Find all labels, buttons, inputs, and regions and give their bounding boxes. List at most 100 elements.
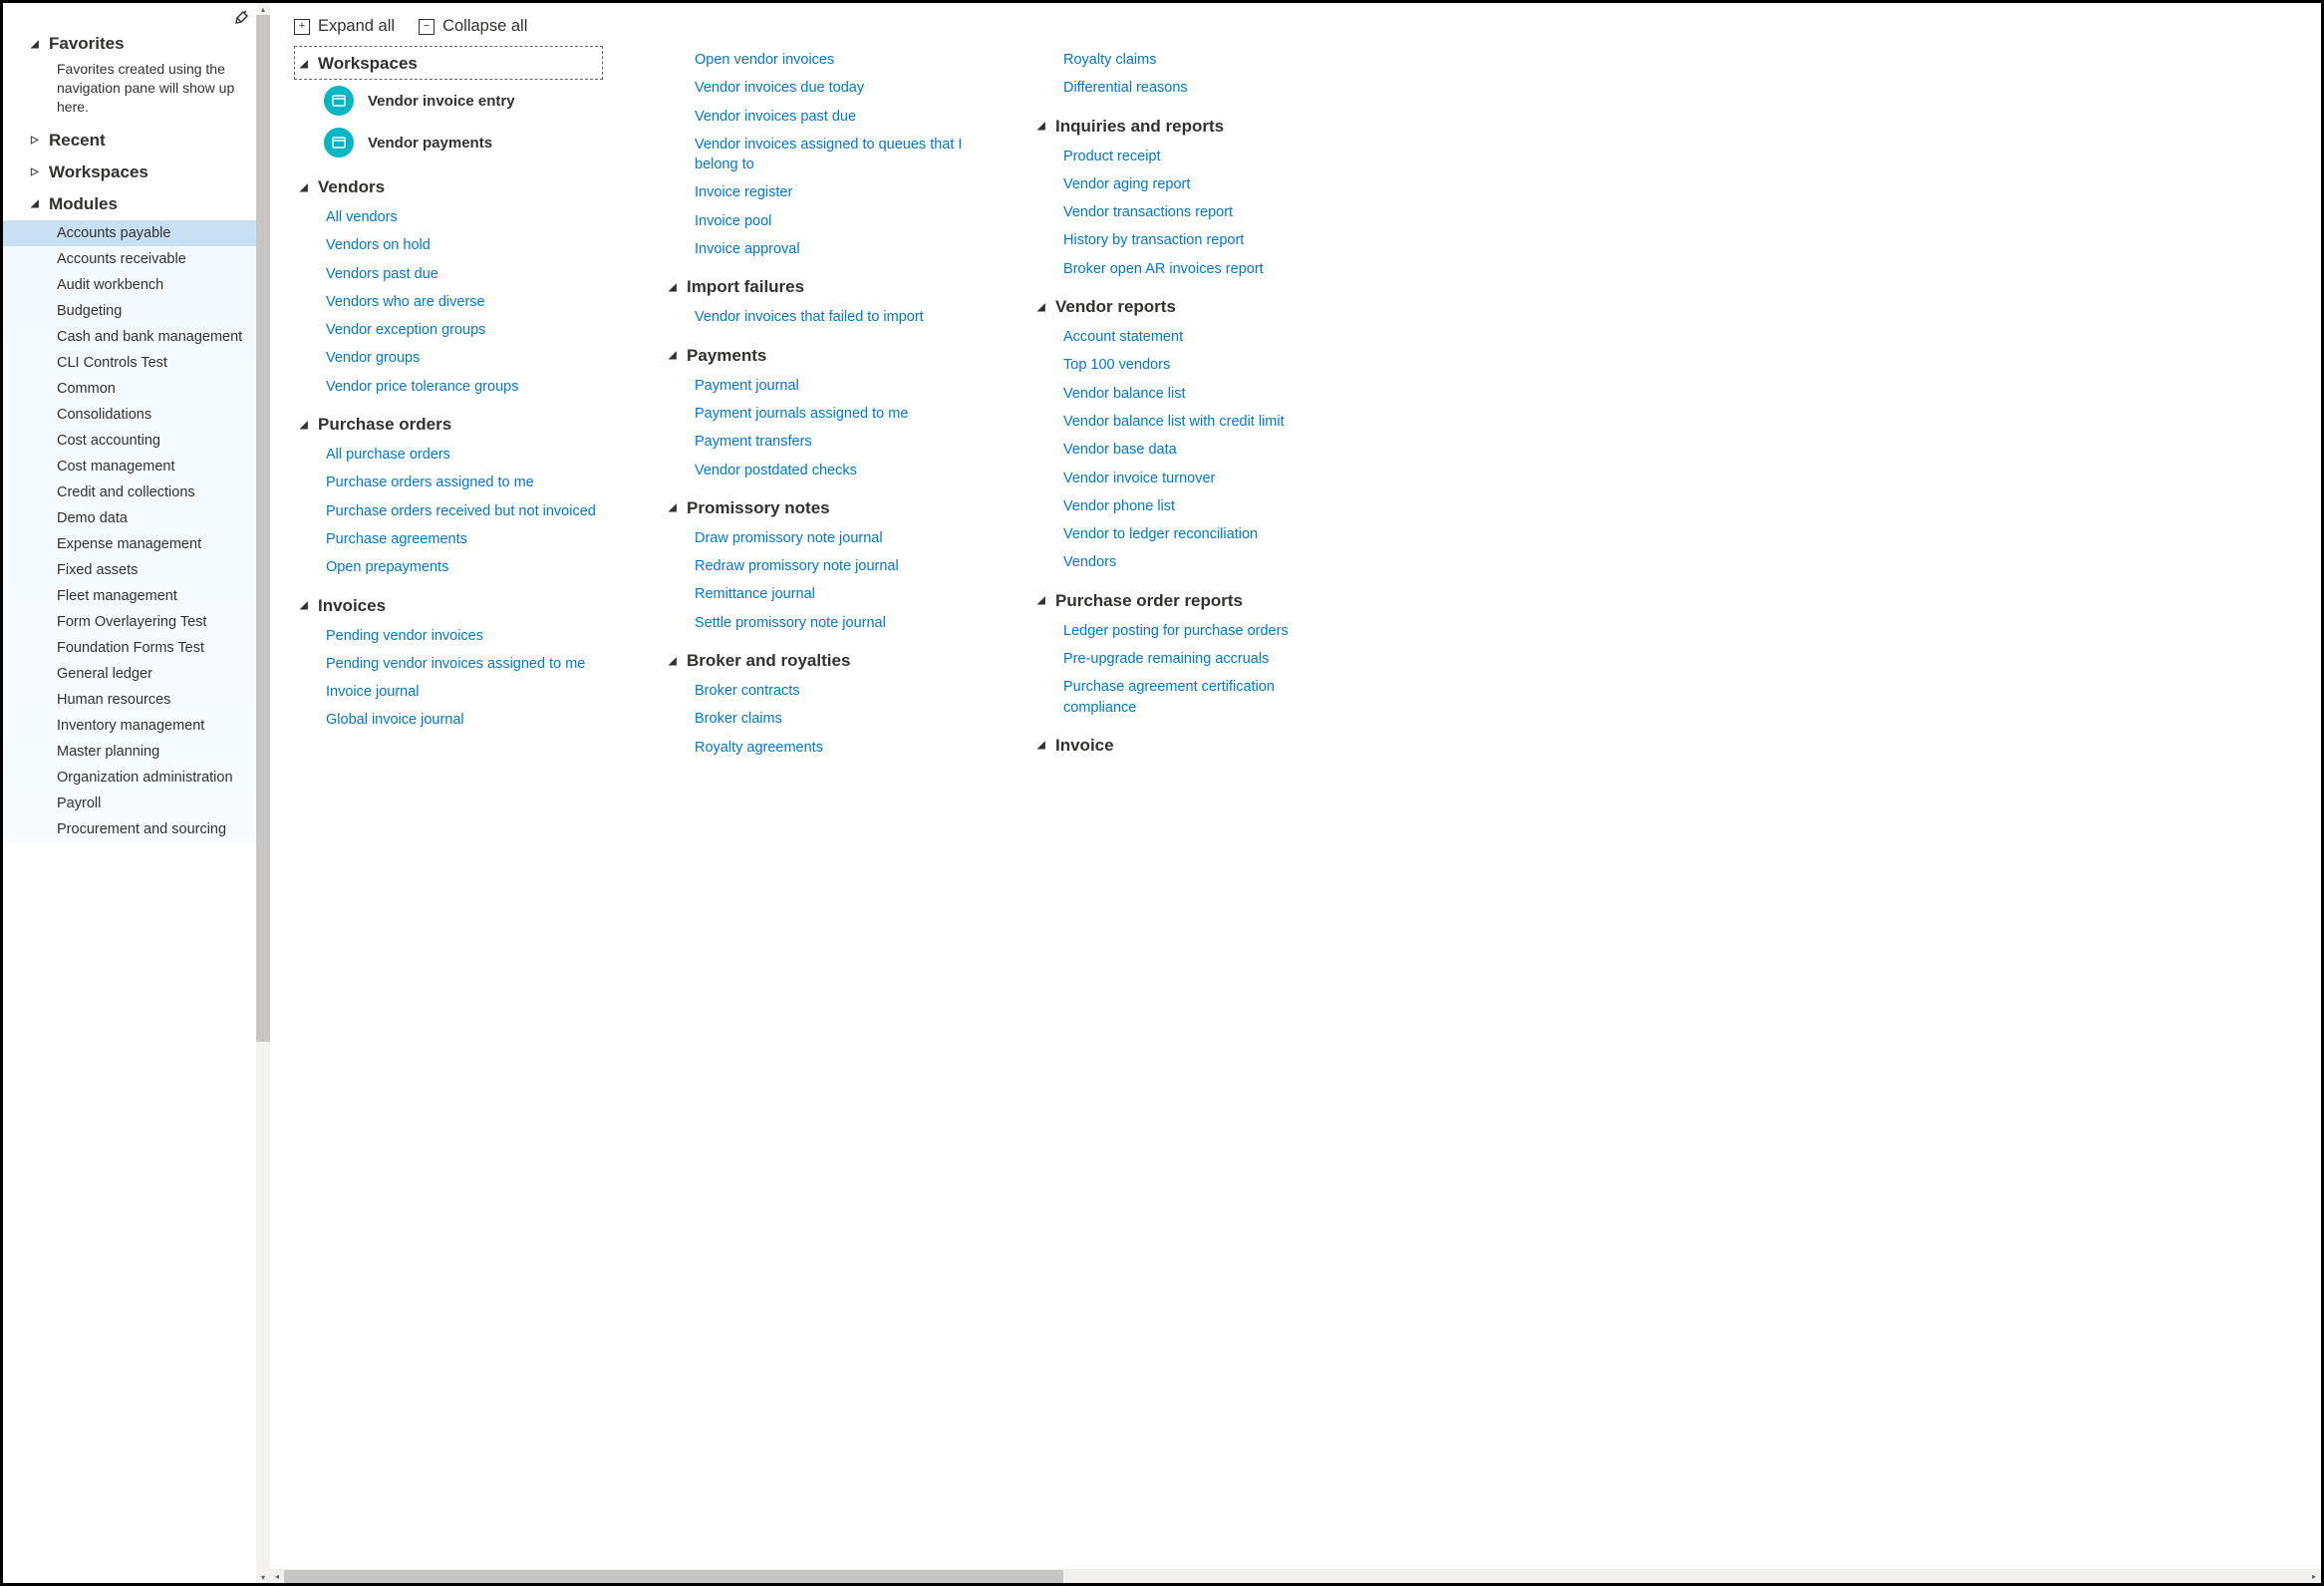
menu-link[interactable]: Broker contracts [695, 677, 972, 705]
nav-module-item[interactable]: Foundation Forms Test [3, 635, 270, 661]
menu-link[interactable]: Payment transfers [695, 428, 972, 456]
menu-link[interactable]: Purchase agreements [326, 525, 603, 553]
sidebar-scrollbar[interactable]: ▴ ▾ [256, 3, 270, 1583]
menu-link[interactable]: Broker open AR invoices report [1063, 255, 1340, 283]
group-header[interactable]: Purchase orders [294, 407, 603, 441]
menu-link[interactable]: Broker claims [695, 705, 972, 733]
nav-module-item[interactable]: Form Overlayering Test [3, 609, 270, 635]
pin-icon[interactable] [234, 9, 250, 28]
menu-link[interactable]: Vendors on hold [326, 231, 603, 259]
nav-module-item[interactable]: Human resources [3, 687, 270, 713]
nav-module-item[interactable]: Fixed assets [3, 557, 270, 583]
nav-recent-header[interactable]: Recent [3, 125, 270, 157]
group-header[interactable]: Vendors [294, 169, 603, 203]
menu-link[interactable]: Product receipt [1063, 143, 1340, 170]
workspace-tile[interactable]: Vendor invoice entry [294, 80, 603, 122]
menu-link[interactable]: Draw promissory note journal [695, 524, 972, 552]
nav-module-item[interactable]: Organization administration [3, 765, 270, 791]
menu-link[interactable]: Pre-upgrade remaining accruals [1063, 645, 1340, 673]
menu-link[interactable]: Vendor invoices due today [695, 74, 972, 102]
scrollbar-thumb[interactable] [256, 15, 270, 1042]
menu-link[interactable]: Global invoice journal [326, 706, 603, 734]
menu-link[interactable]: Account statement [1063, 323, 1340, 351]
horizontal-scrollbar[interactable]: ◂ ▸ [270, 1569, 2321, 1583]
menu-link[interactable]: Vendor phone list [1063, 492, 1340, 520]
nav-module-item[interactable]: Budgeting [3, 298, 270, 324]
nav-module-item[interactable]: Common [3, 376, 270, 402]
nav-module-item[interactable]: Consolidations [3, 402, 270, 428]
menu-link[interactable]: Purchase orders received but not invoice… [326, 497, 603, 525]
menu-link[interactable]: Vendor invoice turnover [1063, 465, 1340, 492]
menu-link[interactable]: Invoice journal [326, 678, 603, 706]
menu-link[interactable]: Open vendor invoices [695, 46, 972, 74]
menu-link[interactable]: Top 100 vendors [1063, 351, 1340, 379]
menu-link[interactable]: Invoice approval [695, 235, 972, 263]
menu-link[interactable]: Royalty agreements [695, 734, 972, 762]
menu-link[interactable]: Pending vendor invoices assigned to me [326, 650, 603, 678]
menu-link[interactable]: Vendor price tolerance groups [326, 373, 603, 401]
nav-workspaces-header[interactable]: Workspaces [3, 157, 270, 188]
menu-link[interactable]: Vendor postdated checks [695, 457, 972, 484]
menu-link[interactable]: Purchase orders assigned to me [326, 469, 603, 496]
nav-modules-header[interactable]: Modules [3, 188, 270, 220]
scroll-left-arrow[interactable]: ◂ [270, 1570, 284, 1583]
menu-link[interactable]: Vendor groups [326, 344, 603, 372]
menu-link[interactable]: History by transaction report [1063, 226, 1340, 254]
menu-link[interactable]: Purchase agreement certification complia… [1063, 673, 1340, 722]
menu-link[interactable]: Vendor balance list with credit limit [1063, 408, 1340, 436]
menu-link[interactable]: Vendor balance list [1063, 380, 1340, 408]
group-header[interactable]: Invoice [1031, 728, 1340, 762]
menu-link[interactable]: Vendors who are diverse [326, 288, 603, 316]
menu-link[interactable]: Open prepayments [326, 553, 603, 581]
menu-link[interactable]: Vendor transactions report [1063, 198, 1340, 226]
scroll-right-arrow[interactable]: ▸ [2307, 1570, 2321, 1583]
nav-module-item[interactable]: Audit workbench [3, 272, 270, 298]
menu-link[interactable]: Vendor base data [1063, 436, 1340, 464]
expand-all-button[interactable]: + Expand all [294, 17, 395, 36]
menu-link[interactable]: Invoice pool [695, 207, 972, 235]
menu-link[interactable]: Redraw promissory note journal [695, 552, 972, 580]
menu-link[interactable]: Vendor exception groups [326, 316, 603, 344]
nav-module-item[interactable]: Payroll [3, 791, 270, 816]
menu-link[interactable]: Ledger posting for purchase orders [1063, 617, 1340, 645]
nav-module-item[interactable]: Master planning [3, 739, 270, 765]
nav-module-item[interactable]: Procurement and sourcing [3, 816, 270, 842]
menu-link[interactable]: All vendors [326, 203, 603, 231]
menu-link[interactable]: Differential reasons [1063, 74, 1340, 102]
menu-link[interactable]: Pending vendor invoices [326, 622, 603, 650]
group-header[interactable]: Payments [663, 338, 972, 372]
menu-link[interactable]: All purchase orders [326, 441, 603, 469]
scroll-up-arrow[interactable]: ▴ [256, 3, 270, 15]
nav-module-item[interactable]: General ledger [3, 661, 270, 687]
menu-link[interactable]: Vendors past due [326, 260, 603, 288]
menu-link[interactable]: Vendor aging report [1063, 170, 1340, 198]
menu-link[interactable]: Vendors [1063, 548, 1340, 576]
workspace-tile[interactable]: Vendor payments [294, 122, 603, 163]
nav-module-item[interactable]: CLI Controls Test [3, 350, 270, 376]
group-header[interactable]: Vendor reports [1031, 289, 1340, 323]
menu-link[interactable]: Payment journal [695, 372, 972, 400]
nav-module-item[interactable]: Credit and collections [3, 479, 270, 505]
group-header[interactable]: Purchase order reports [1031, 583, 1340, 617]
menu-link[interactable]: Vendor invoices assigned to queues that … [695, 131, 972, 179]
nav-module-item[interactable]: Expense management [3, 531, 270, 557]
nav-module-item[interactable]: Accounts receivable [3, 246, 270, 272]
nav-module-item[interactable]: Demo data [3, 505, 270, 531]
group-header[interactable]: Workspaces [294, 46, 603, 80]
menu-link[interactable]: Remittance journal [695, 580, 972, 608]
collapse-all-button[interactable]: − Collapse all [419, 17, 527, 36]
group-header[interactable]: Broker and royalties [663, 643, 972, 677]
group-header[interactable]: Import failures [663, 269, 972, 303]
menu-link[interactable]: Royalty claims [1063, 46, 1340, 74]
nav-module-item[interactable]: Inventory management [3, 713, 270, 739]
menu-link[interactable]: Settle promissory note journal [695, 609, 972, 637]
menu-link[interactable]: Vendor to ledger reconciliation [1063, 520, 1340, 548]
nav-module-item[interactable]: Cash and bank management [3, 324, 270, 350]
nav-module-item[interactable]: Accounts payable [3, 220, 270, 246]
menu-link[interactable]: Invoice register [695, 178, 972, 206]
group-header[interactable]: Promissory notes [663, 490, 972, 524]
nav-module-item[interactable]: Cost accounting [3, 428, 270, 454]
menu-link[interactable]: Vendor invoices that failed to import [695, 303, 972, 331]
h-scrollbar-thumb[interactable] [284, 1570, 1063, 1583]
nav-favorites-header[interactable]: Favorites [3, 28, 270, 60]
